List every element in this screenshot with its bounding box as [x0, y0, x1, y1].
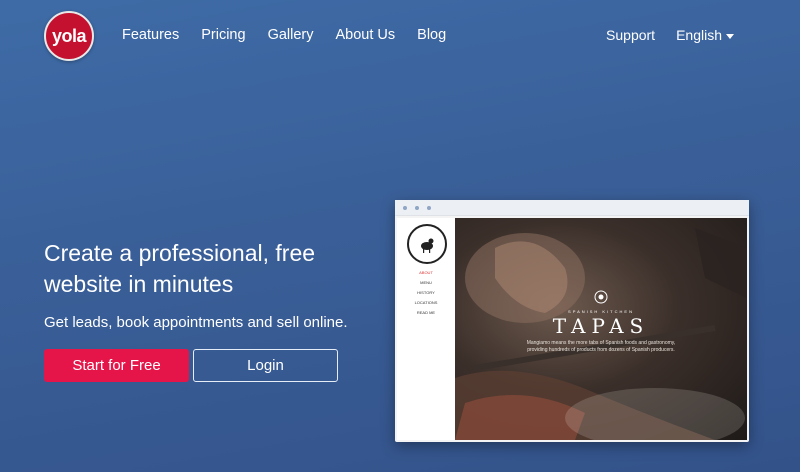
preview-caption-desc: Mangiamo means the more tabs of Spanish … — [526, 340, 676, 353]
nav-link-gallery[interactable]: Gallery — [268, 27, 314, 43]
browser-dot-icon — [403, 206, 407, 210]
bull-icon — [594, 290, 608, 304]
language-label: English — [676, 27, 722, 43]
chevron-down-icon — [726, 33, 734, 39]
preview-menu-item: ABOUT — [419, 270, 433, 275]
browser-dot-icon — [427, 206, 431, 210]
nav-link-about-us[interactable]: About Us — [336, 27, 396, 43]
nav-link-pricing[interactable]: Pricing — [201, 27, 245, 43]
nav-right: Support English — [585, 27, 734, 43]
login-button[interactable]: Login — [193, 349, 338, 382]
preview-menu: ABOUT MENU HISTORY LOCATIONS READ ME — [397, 268, 455, 318]
preview-caption-title: TAPAS — [552, 314, 650, 338]
preview-browser-bar — [395, 200, 749, 216]
nav-link-features[interactable]: Features — [122, 27, 179, 43]
preview-menu-item: LOCATIONS — [414, 300, 438, 305]
nav-link-blog[interactable]: Blog — [417, 27, 446, 43]
logo-text: yola — [51, 25, 87, 46]
hero-section: Create a professional, free website in m… — [44, 238, 374, 331]
hero-title: Create a professional, free website in m… — [44, 240, 316, 297]
support-link[interactable]: Support — [606, 27, 655, 43]
website-preview: ABOUT MENU HISTORY LOCATIONS READ ME SPA… — [395, 200, 749, 442]
preview-sidebar: ABOUT MENU HISTORY LOCATIONS READ ME — [397, 218, 455, 440]
hero-buttons: Start for Free Login — [44, 349, 338, 382]
hero-subtitle: Get leads, book appointments and sell on… — [44, 314, 348, 331]
top-navigation: yola Features Pricing Gallery About Us B… — [0, 0, 800, 70]
preview-menu-item: MENU — [420, 280, 432, 285]
language-selector[interactable]: English — [676, 27, 734, 43]
yola-logo[interactable]: yola — [44, 11, 94, 61]
restaurant-logo-icon — [407, 224, 447, 264]
preview-menu-item: READ ME — [416, 310, 436, 315]
main-nav-links: Features Pricing Gallery About Us Blog — [122, 27, 468, 43]
preview-menu-item: HISTORY — [417, 290, 435, 295]
preview-hero-image: SPANISH KITCHEN TAPAS Mangiamo means the… — [455, 218, 747, 440]
browser-dot-icon — [415, 206, 419, 210]
preview-caption: SPANISH KITCHEN TAPAS Mangiamo means the… — [455, 290, 747, 354]
start-for-free-button[interactable]: Start for Free — [44, 349, 189, 382]
